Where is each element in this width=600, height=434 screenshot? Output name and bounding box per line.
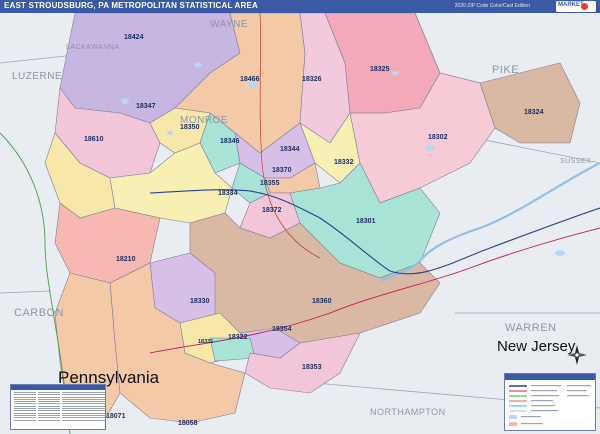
zip-label-18058: 18058 [178,420,198,427]
zip-label-18353: 18353 [302,364,322,371]
zip-label-18344: 18344 [280,146,300,153]
edition-label: 2020 ZIP Code Color/Cast Edition [454,3,530,9]
zip-label-18071: 18071 [106,413,126,420]
county-label-northampton: NORTHAMPTON [370,407,446,417]
map-canvas[interactable]: WAYNE LACKAWANNA LUZERNE PIKE MONROE SUS… [0,13,600,434]
zip-label-18346: 18346 [220,138,240,145]
zip-label-18331: 18331 [198,339,213,345]
zip-label-18301: 18301 [356,218,376,225]
zip-label-18322: 18322 [228,334,248,341]
brand-logo-icon: MARKET [556,1,596,12]
zip-label-18372: 18372 [262,207,282,214]
zip-label-18210: 18210 [116,256,136,263]
zip-index-column [62,392,84,422]
zip-label-18330: 18330 [190,298,210,305]
map-title: EAST STROUDSBURG, PA METROPOLITAN STATIS… [4,1,258,10]
zip-index-column [38,392,60,422]
county-label-pike: PIKE [492,64,519,76]
county-label-sussex: SUSSEX [560,158,591,165]
zip-label-18332: 18332 [334,159,354,166]
zip-label-18466: 18466 [240,76,260,83]
zip-index-column [84,392,105,422]
zip-index-column [14,392,36,422]
zip-label-18354: 18354 [272,326,292,333]
state-label-new-jersey: New Jersey [497,338,576,355]
legend-card [504,373,596,431]
zip-label-18302: 18302 [428,134,448,141]
county-label-lackawanna: LACKAWANNA [66,44,120,51]
county-label-luzerne: LUZERNE [12,71,62,82]
zip-label-18326: 18326 [302,76,322,83]
map-frame: EAST STROUDSBURG, PA METROPOLITAN STATIS… [0,0,600,434]
zip-label-18325: 18325 [370,66,390,73]
legend-symbols [509,385,591,426]
zip-label-18370: 18370 [272,167,292,174]
zip-label-18355: 18355 [260,180,280,187]
zip-label-18610: 18610 [84,136,104,143]
county-label-wayne: WAYNE [210,19,248,30]
zip-label-18424: 18424 [124,34,144,41]
zip-label-18350: 18350 [180,124,200,131]
title-bar: EAST STROUDSBURG, PA METROPOLITAN STATIS… [0,0,600,13]
zip-label-18347: 18347 [136,103,156,110]
zip-label-18360: 18360 [312,298,332,305]
zip-index-title [11,385,105,390]
zip-label-18334: 18334 [218,190,238,197]
county-label-carbon: CARBON [14,307,64,319]
county-label-warren: WARREN [505,322,556,334]
zip-label-18324: 18324 [524,109,544,116]
zip-index-card [10,384,106,430]
